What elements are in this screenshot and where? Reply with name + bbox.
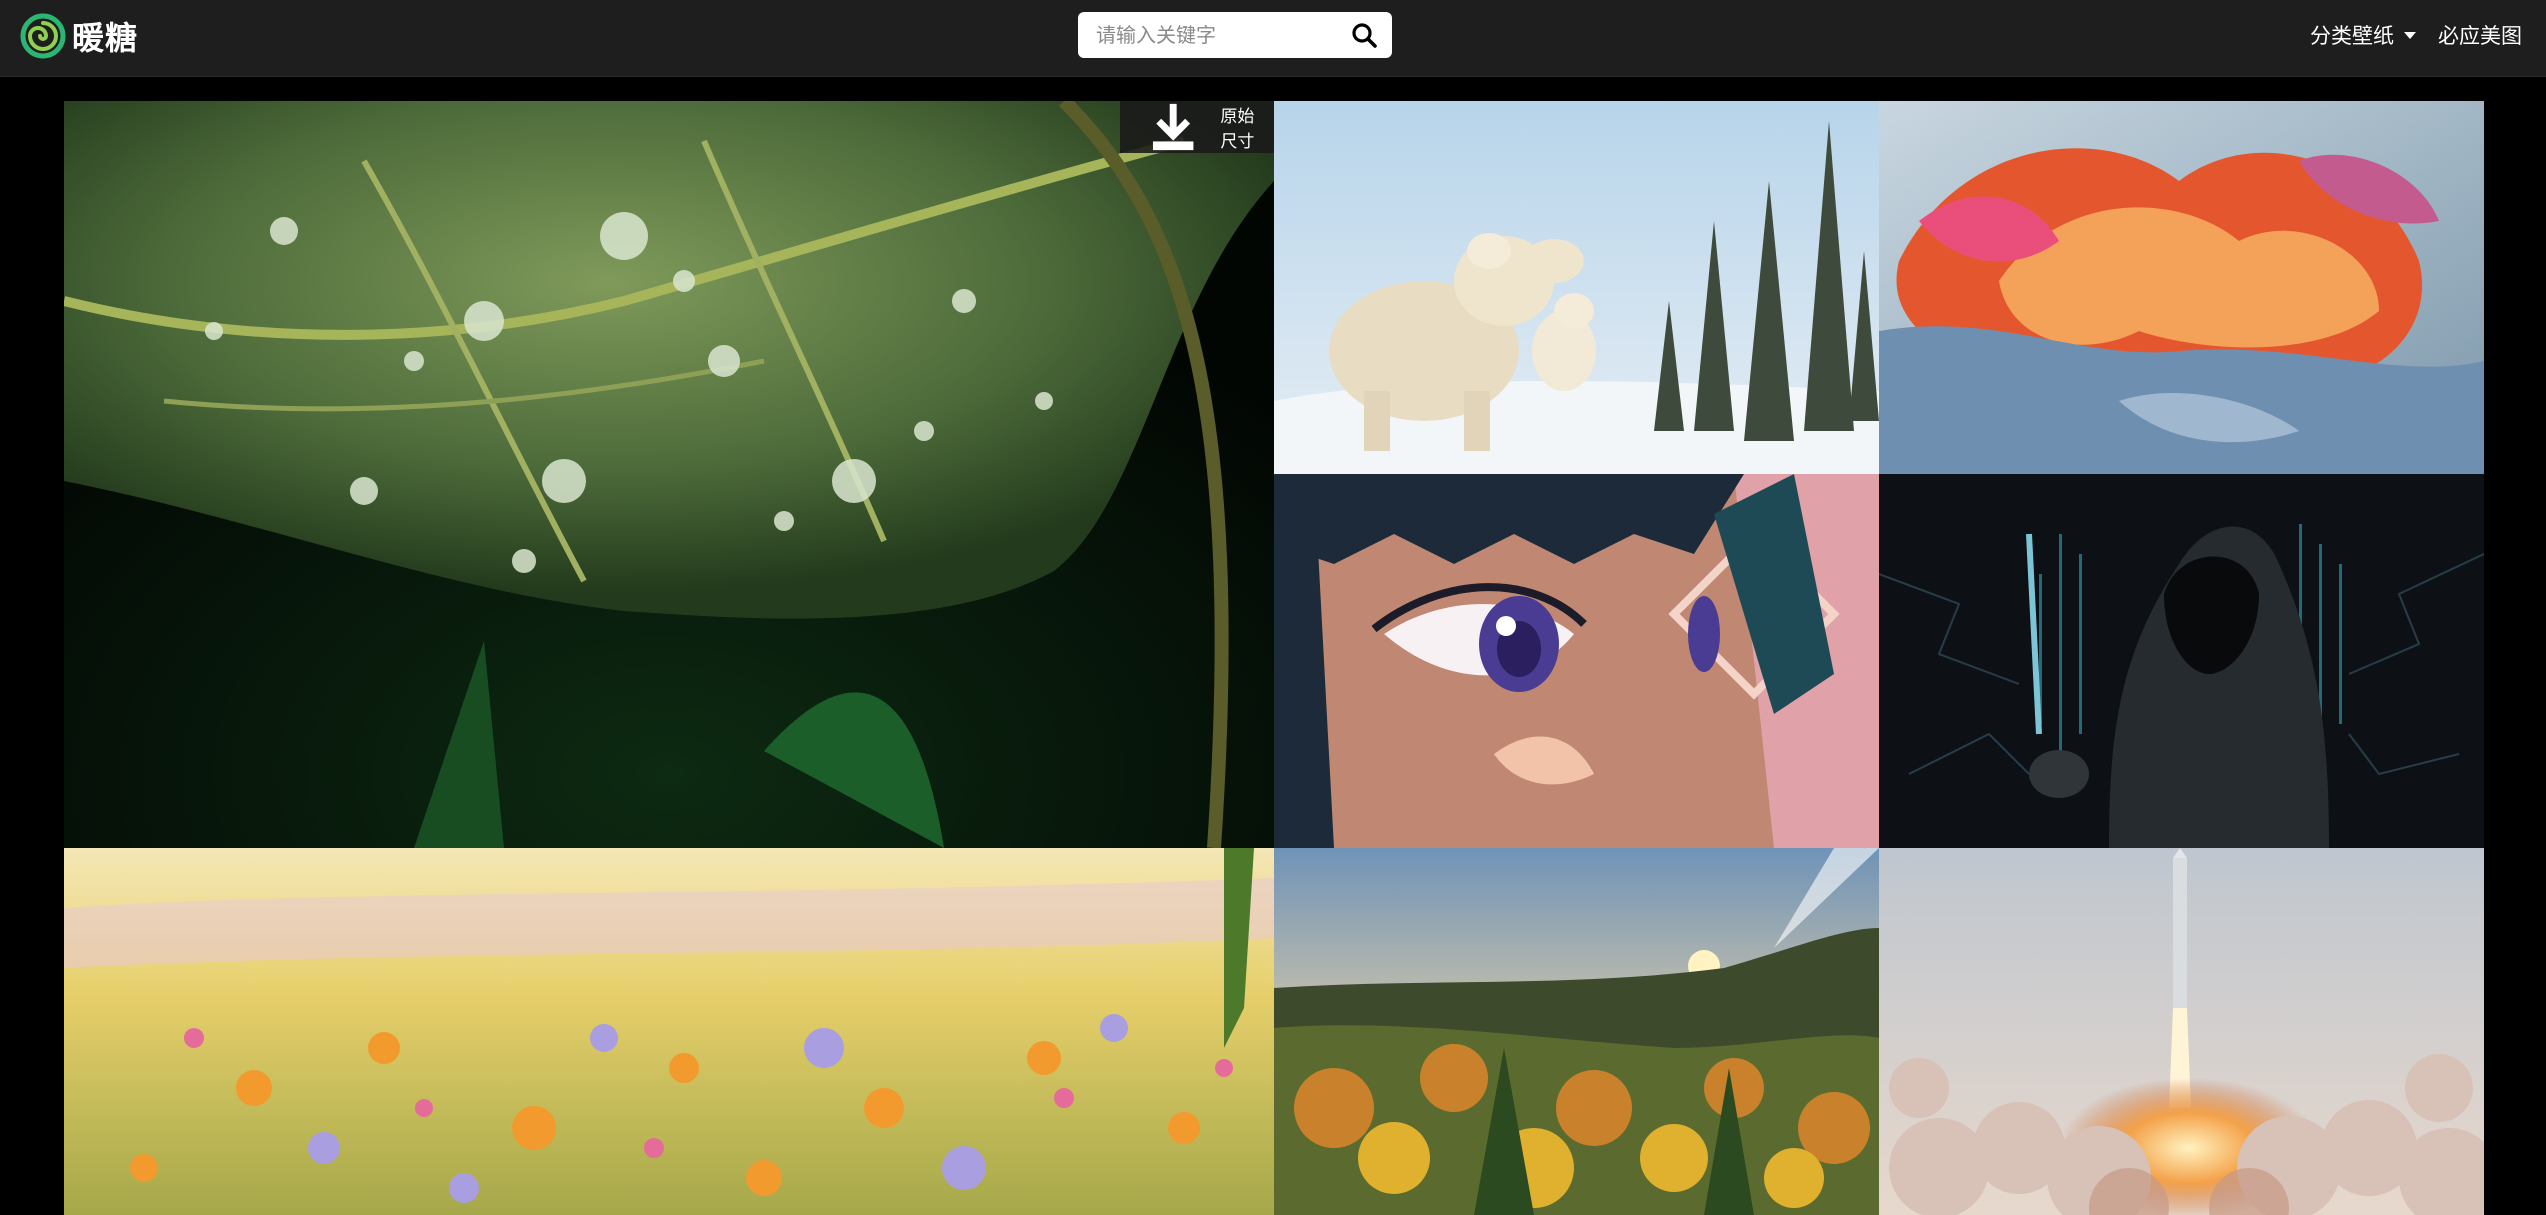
wallpaper-tile-anime-eye[interactable] xyxy=(1274,474,1879,848)
wallpaper-tile-polar-bears[interactable] xyxy=(1274,101,1879,474)
search-input[interactable] xyxy=(1094,22,1347,48)
search-icon xyxy=(1351,23,1377,48)
wallpaper-tile-autumn-forest[interactable] xyxy=(1274,848,1879,1215)
nav-menu: 分类壁纸 必应美图 xyxy=(2310,0,2522,70)
download-label: 原始尺寸 xyxy=(1220,107,1255,152)
bing-wallpaper-link[interactable]: 必应美图 xyxy=(2438,20,2522,50)
polar-bears-image xyxy=(1274,101,1879,474)
wallpaper-tile-abstract-waves[interactable] xyxy=(1879,101,2484,474)
bing-label: 必应美图 xyxy=(2438,24,2522,48)
caret-down-icon xyxy=(2404,31,2416,39)
wildflower-meadow-image xyxy=(64,848,1274,1215)
autumn-forest-image xyxy=(1274,848,1879,1215)
wallpaper-tile-hooded-hacker[interactable] xyxy=(1879,474,2484,848)
wallpaper-tile-dew-leaf[interactable]: 原始尺寸 xyxy=(64,101,1274,848)
download-icon xyxy=(1152,103,1194,151)
category-label: 分类壁纸 xyxy=(2310,24,2394,48)
download-original-button[interactable]: 原始尺寸 xyxy=(1120,101,1274,153)
logo-spiral-icon xyxy=(20,13,66,59)
logo-text: 暖糖 xyxy=(72,19,139,57)
anime-eye-image xyxy=(1274,474,1879,848)
abstract-waves-image xyxy=(1879,101,2484,474)
wallpaper-tile-wildflower-meadow[interactable] xyxy=(64,848,1274,1215)
category-dropdown[interactable]: 分类壁纸 xyxy=(2310,20,2416,50)
site-logo[interactable]: 暖糖 xyxy=(20,10,138,62)
search-box xyxy=(1078,12,1392,58)
wallpaper-tile-rocket-launch[interactable] xyxy=(1879,848,2484,1215)
rocket-launch-image xyxy=(1879,848,2484,1215)
dew-leaf-image xyxy=(64,101,1274,848)
hooded-hacker-image xyxy=(1879,474,2484,848)
search-button[interactable] xyxy=(1347,18,1380,52)
top-navbar: 暖糖 分类壁纸 必应美图 xyxy=(0,0,2546,77)
